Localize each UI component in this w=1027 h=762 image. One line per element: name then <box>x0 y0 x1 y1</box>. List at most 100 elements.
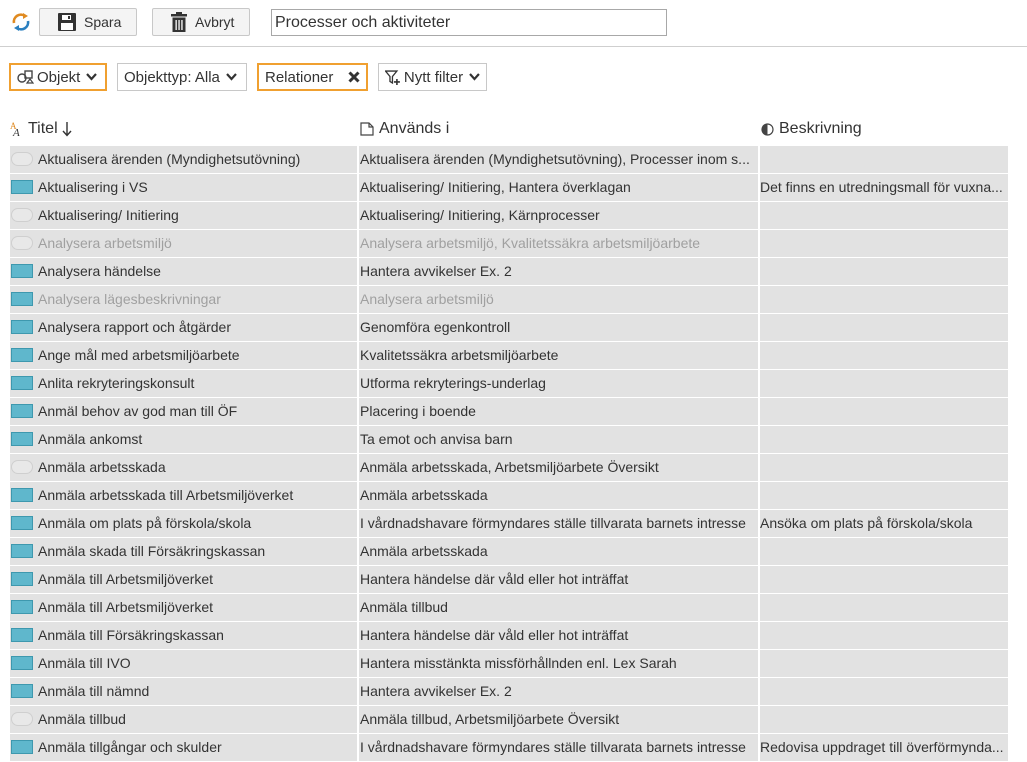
cell-description[interactable] <box>760 370 1008 397</box>
table-row[interactable]: Analysera lägesbeskrivningar Analysera ar… <box>10 286 1008 313</box>
filter-new[interactable]: Nytt filter <box>378 63 487 91</box>
cell-description[interactable] <box>760 650 1008 677</box>
table-row[interactable]: Anmäla till Arbetsmiljöverket Hantera hän… <box>10 566 1008 593</box>
cell-description[interactable] <box>760 538 1008 565</box>
cell-title[interactable]: Anmäla till Arbetsmiljöverket <box>10 594 357 621</box>
cell-description[interactable] <box>760 342 1008 369</box>
cell-title[interactable]: Analysera händelse <box>10 258 357 285</box>
refresh-icon[interactable] <box>10 11 32 33</box>
cell-used-in[interactable]: Aktualisera ärenden (Myndighetsutövning)… <box>359 146 758 173</box>
cell-title[interactable]: Anmäla ankomst <box>10 426 357 453</box>
table-row[interactable]: Anmäla till Arbetsmiljöverket Anmäla till… <box>10 594 1008 621</box>
cell-used-in[interactable]: Hantera avvikelser Ex. 2 <box>359 678 758 705</box>
cell-description[interactable] <box>760 454 1008 481</box>
cell-description[interactable]: Ansöka om plats på förskola/skola <box>760 510 1008 537</box>
table-row[interactable]: Anmäla ankomst Ta emot och anvisa barn <box>10 426 1008 453</box>
table-row[interactable]: Anlita rekryteringskonsult Utforma rekryt… <box>10 370 1008 397</box>
cell-title[interactable]: Anmäla till Försäkringskassan <box>10 622 357 649</box>
column-header-title[interactable]: A A Titel <box>10 120 72 138</box>
cell-title[interactable]: Anmäla tillbud <box>10 706 357 733</box>
cell-used-in[interactable]: Analysera arbetsmiljö <box>359 286 758 313</box>
cell-used-in[interactable]: Utforma rekryterings-underlag <box>359 370 758 397</box>
table-row[interactable]: Aktualisering/ Initiering Aktualisering/ … <box>10 202 1008 229</box>
title-input[interactable] <box>271 9 667 36</box>
cell-title[interactable]: Anmäla till IVO <box>10 650 357 677</box>
table-row[interactable]: Aktualisera ärenden (Myndighetsutövning)… <box>10 146 1008 173</box>
cell-title[interactable]: Aktualisering i VS <box>10 174 357 201</box>
cancel-button[interactable]: Avbryt <box>152 8 250 36</box>
cell-used-in[interactable]: I vårdnadshavare förmyndares ställe till… <box>359 734 758 761</box>
filter-objekttyp[interactable]: Objekttyp: Alla <box>117 63 247 91</box>
cell-used-in[interactable]: Placering i boende <box>359 398 758 425</box>
table-row[interactable]: Anmäla arbetsskada till Arbetsmiljöverke… <box>10 482 1008 509</box>
table-row[interactable]: Anmäla till nämnd Hantera avvikelser Ex. … <box>10 678 1008 705</box>
cell-used-in[interactable]: Analysera arbetsmiljö, Kvalitetssäkra ar… <box>359 230 758 257</box>
cell-used-in[interactable]: Anmäla tillbud <box>359 594 758 621</box>
cell-title[interactable]: Anmäla om plats på förskola/skola <box>10 510 357 537</box>
cell-description[interactable] <box>760 398 1008 425</box>
cell-description[interactable] <box>760 594 1008 621</box>
cell-used-in[interactable]: Ta emot och anvisa barn <box>359 426 758 453</box>
cell-used-in[interactable]: Anmäla arbetsskada, Arbetsmiljöarbete Öv… <box>359 454 758 481</box>
cell-used-in[interactable]: Aktualisering/ Initiering, Hantera överk… <box>359 174 758 201</box>
table-row[interactable]: Anmäla skada till Försäkringskassan Anmäl… <box>10 538 1008 565</box>
table-row[interactable]: Analysera händelse Hantera avvikelser Ex.… <box>10 258 1008 285</box>
table-row[interactable]: Anmäla tillgångar och skulder I vårdnadsh… <box>10 734 1008 761</box>
table-row[interactable]: Analysera arbetsmiljö Analysera arbetsmil… <box>10 230 1008 257</box>
cell-description[interactable] <box>760 706 1008 733</box>
cell-description[interactable] <box>760 146 1008 173</box>
cell-used-in[interactable]: Anmäla tillbud, Arbetsmiljöarbete Översi… <box>359 706 758 733</box>
cell-description[interactable] <box>760 678 1008 705</box>
cell-used-in[interactable]: Aktualisering/ Initiering, Kärnprocesser <box>359 202 758 229</box>
cell-title[interactable]: Anmäla arbetsskada <box>10 454 357 481</box>
cell-title[interactable]: Anmäla arbetsskada till Arbetsmiljöverke… <box>10 482 357 509</box>
cell-used-in[interactable]: Hantera händelse där våld eller hot intr… <box>359 622 758 649</box>
filter-objekt[interactable]: Objekt <box>9 63 107 91</box>
cell-used-in[interactable]: Hantera händelse där våld eller hot intr… <box>359 566 758 593</box>
cell-description[interactable] <box>760 258 1008 285</box>
cell-title[interactable]: Analysera rapport och åtgärder <box>10 314 357 341</box>
table-row[interactable]: Analysera rapport och åtgärder Genomföra … <box>10 314 1008 341</box>
cell-description[interactable] <box>760 314 1008 341</box>
table-row[interactable]: Anmäla arbetsskada Anmäla arbetsskada, Ar… <box>10 454 1008 481</box>
cell-used-in[interactable]: Anmäla arbetsskada <box>359 482 758 509</box>
cell-title[interactable]: Ange mål med arbetsmiljöarbete <box>10 342 357 369</box>
cell-title[interactable]: Anmäla till Arbetsmiljöverket <box>10 566 357 593</box>
table-row[interactable]: Aktualisering i VS Aktualisering/ Initier… <box>10 174 1008 201</box>
cell-used-in[interactable]: Anmäla arbetsskada <box>359 538 758 565</box>
cell-description[interactable] <box>760 566 1008 593</box>
cell-description[interactable] <box>760 426 1008 453</box>
cell-description[interactable] <box>760 482 1008 509</box>
cell-title[interactable]: Anmäla skada till Försäkringskassan <box>10 538 357 565</box>
cell-description[interactable]: Det finns en utredningsmall för vuxna... <box>760 174 1008 201</box>
table-row[interactable]: Anmäla om plats på förskola/skola I vårdn… <box>10 510 1008 537</box>
column-header-description[interactable]: Beskrivning <box>761 120 862 138</box>
cell-used-in[interactable]: Hantera misstänkta missförhållnden enl. … <box>359 650 758 677</box>
table-row[interactable]: Anmäl behov av god man till ÖF Placering … <box>10 398 1008 425</box>
cell-description[interactable] <box>760 286 1008 313</box>
cell-title[interactable]: Anlita rekryteringskonsult <box>10 370 357 397</box>
save-button[interactable]: Spara <box>39 8 137 36</box>
cell-description[interactable]: Redovisa uppdraget till överförmynda... <box>760 734 1008 761</box>
table-row[interactable]: Anmäla till IVO Hantera misstänkta missfö… <box>10 650 1008 677</box>
cell-used-in[interactable]: Kvalitetssäkra arbetsmiljöarbete <box>359 342 758 369</box>
cell-description[interactable] <box>760 202 1008 229</box>
cell-title[interactable]: Aktualisera ärenden (Myndighetsutövning) <box>10 146 357 173</box>
column-header-used-in[interactable]: Används i <box>360 120 449 138</box>
cell-description[interactable] <box>760 622 1008 649</box>
cell-title[interactable]: Analysera lägesbeskrivningar <box>10 286 357 313</box>
table-row[interactable]: Anmäla tillbud Anmäla tillbud, Arbetsmilj… <box>10 706 1008 733</box>
cell-title[interactable]: Anmäla tillgångar och skulder <box>10 734 357 761</box>
table-row[interactable]: Ange mål med arbetsmiljöarbete Kvalitetss… <box>10 342 1008 369</box>
table-row[interactable]: Anmäla till Försäkringskassan Hantera hän… <box>10 622 1008 649</box>
cell-title[interactable]: Anmäla till nämnd <box>10 678 357 705</box>
cell-title[interactable]: Analysera arbetsmiljö <box>10 230 357 257</box>
remove-filter-icon[interactable] <box>348 71 360 83</box>
cell-used-in[interactable]: Genomföra egenkontroll <box>359 314 758 341</box>
filter-relationer[interactable]: Relationer <box>257 63 368 91</box>
cell-title[interactable]: Aktualisering/ Initiering <box>10 202 357 229</box>
cell-used-in[interactable]: I vårdnadshavare förmyndares ställe till… <box>359 510 758 537</box>
cell-description[interactable] <box>760 230 1008 257</box>
cell-used-in[interactable]: Hantera avvikelser Ex. 2 <box>359 258 758 285</box>
cell-title[interactable]: Anmäl behov av god man till ÖF <box>10 398 357 425</box>
